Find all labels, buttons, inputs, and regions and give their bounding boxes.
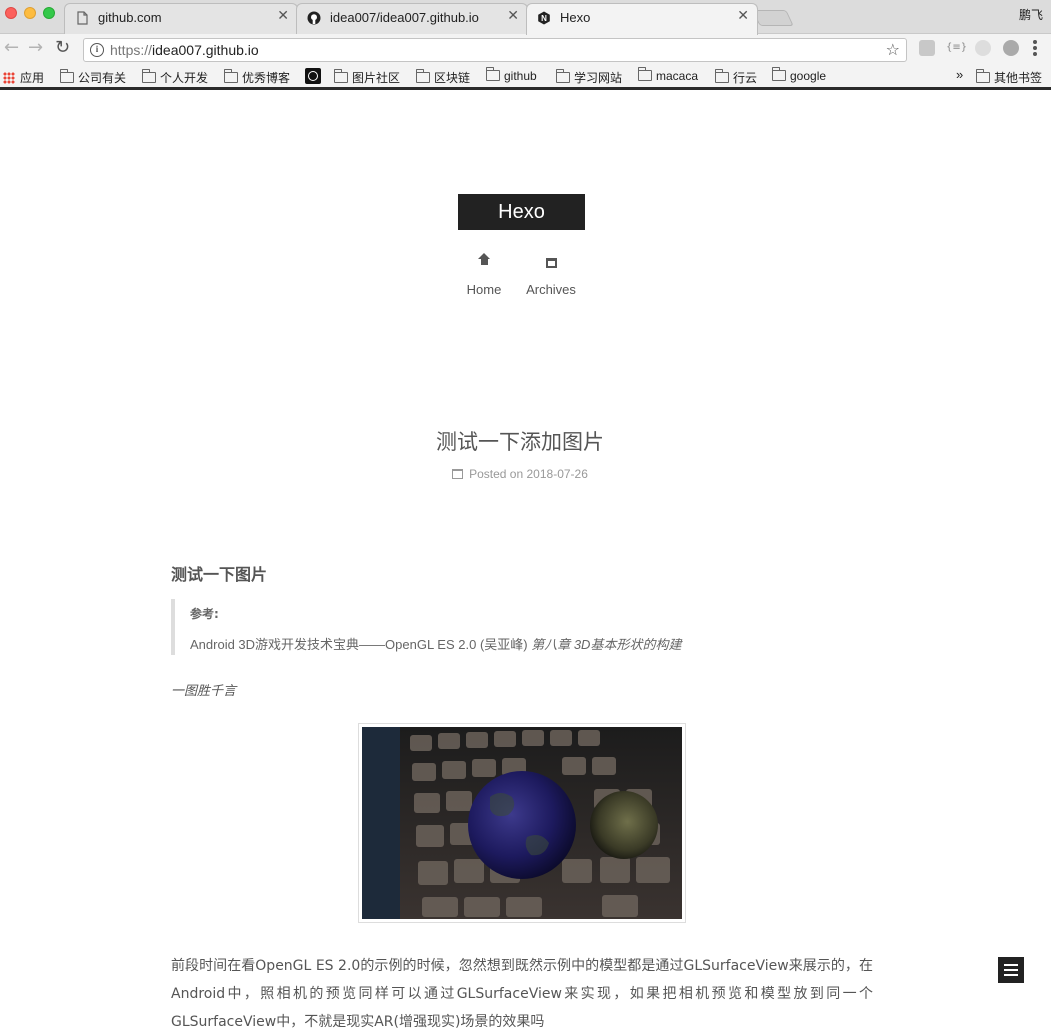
folder-icon xyxy=(334,69,348,83)
folder-icon xyxy=(224,69,238,83)
hexo-icon: N xyxy=(538,11,550,25)
bookmarks-overflow-button[interactable]: » xyxy=(956,67,963,82)
home-icon xyxy=(477,253,490,268)
bookmark-star-icon[interactable]: ☆ xyxy=(886,40,900,59)
close-icon[interactable]: ✕ xyxy=(737,8,749,24)
post-meta: Posted on 2018-07-26 xyxy=(0,467,1040,481)
apps-icon xyxy=(3,72,15,84)
browser-tab-bar: github.com ✕ idea007/idea007.github.io ✕… xyxy=(0,0,1051,35)
folder-icon xyxy=(772,67,786,81)
folder-icon xyxy=(486,67,500,81)
bookmark-folder[interactable]: 区块链 xyxy=(416,69,470,86)
url-text: https://idea007.github.io xyxy=(110,42,259,58)
globe-extension-icon[interactable] xyxy=(1003,40,1019,56)
folder-icon xyxy=(416,69,430,83)
browser-menu-icon[interactable] xyxy=(1033,40,1037,56)
extension-icon[interactable] xyxy=(919,40,935,56)
folder-icon xyxy=(556,69,570,83)
reload-icon[interactable]: ↻ xyxy=(55,38,70,58)
close-icon[interactable]: ✕ xyxy=(507,8,519,24)
other-bookmarks-folder[interactable]: 其他书签 xyxy=(976,69,1042,86)
menu-item-archives[interactable]: Archives xyxy=(520,256,582,297)
bookmark-folder[interactable]: 优秀博客 xyxy=(224,69,290,86)
quote-text: Android 3D游戏开发技术宝典——OpenGL ES 2.0 (吴亚峰) … xyxy=(190,637,682,652)
site-title[interactable]: Hexo xyxy=(458,194,585,230)
post-paragraph: 前段时间在看OpenGL ES 2.0的示例的时候，忽然想到既然示例中的模型都是… xyxy=(171,958,873,1030)
json-extension-icon[interactable]: {≡} xyxy=(946,42,967,58)
address-bar[interactable]: i https://idea007.github.io ☆ xyxy=(83,38,907,62)
tab-github-repo[interactable]: idea007/idea007.github.io ✕ xyxy=(296,3,528,34)
bookmark-circle-site[interactable] xyxy=(305,68,321,84)
site-logo-icon xyxy=(305,68,321,84)
back-icon[interactable]: ← xyxy=(4,38,19,58)
post-date: 2018-07-26 xyxy=(526,467,588,481)
bookmark-folder[interactable]: google xyxy=(772,67,826,83)
maximize-window-button[interactable] xyxy=(43,7,55,19)
tab-github-com[interactable]: github.com ✕ xyxy=(64,3,298,34)
quote-label: 参考: xyxy=(190,607,219,621)
menu-item-label: Home xyxy=(466,282,502,297)
menu-item-home[interactable]: Home xyxy=(462,253,506,297)
bookmark-folder[interactable]: macaca xyxy=(638,67,698,83)
info-icon[interactable]: i xyxy=(90,43,104,57)
page-icon xyxy=(77,11,88,25)
tab-title: Hexo xyxy=(560,10,591,25)
post-meta-label: Posted on xyxy=(469,467,524,481)
browser-toolbar: ← → ↻ i https://idea007.github.io ☆ xyxy=(0,34,1051,64)
folder-icon xyxy=(638,67,652,81)
sidebar-toggle-button[interactable] xyxy=(998,957,1024,983)
close-icon[interactable]: ✕ xyxy=(277,8,289,24)
bookmark-apps[interactable]: 应用 xyxy=(3,69,44,86)
profile-button[interactable]: 鹏飞 xyxy=(1019,6,1043,23)
new-tab-button[interactable] xyxy=(752,10,794,26)
tab-title: github.com xyxy=(98,10,162,25)
forward-icon[interactable]: → xyxy=(28,38,43,58)
bookmark-folder[interactable]: 个人开发 xyxy=(142,69,208,86)
quote-emphasis: 第八章 3D基本形状的构建 xyxy=(531,637,682,652)
github-icon xyxy=(307,11,321,25)
folder-icon xyxy=(60,69,74,83)
folder-icon xyxy=(976,69,990,83)
lead-text: 一图胜千言 xyxy=(171,684,237,699)
folder-icon xyxy=(142,69,156,83)
extension-icon[interactable] xyxy=(975,40,991,56)
earth-moon-ar-image xyxy=(362,727,682,919)
tab-hexo[interactable]: N Hexo ✕ xyxy=(526,3,758,35)
calendar-icon xyxy=(452,469,464,479)
svg-text:N: N xyxy=(541,14,547,23)
folder-icon xyxy=(715,69,729,83)
tab-title: idea007/idea007.github.io xyxy=(330,10,479,25)
bookmark-folder[interactable]: 行云 xyxy=(715,69,757,86)
post-image xyxy=(358,723,686,923)
close-window-button[interactable] xyxy=(5,7,17,19)
reference-blockquote: 参考: Android 3D游戏开发技术宝典——OpenGL ES 2.0 (吴… xyxy=(171,599,711,655)
archive-icon xyxy=(545,258,557,268)
minimize-window-button[interactable] xyxy=(24,7,36,19)
menu-item-label: Archives xyxy=(526,282,576,297)
post-title[interactable]: 测试一下添加图片 xyxy=(0,426,1040,456)
post-heading: 测试一下图片 xyxy=(171,565,268,584)
bookmark-folder[interactable]: github xyxy=(486,67,537,83)
bookmark-folder[interactable]: 图片社区 xyxy=(334,69,400,86)
bookmarks-bar: 应用 公司有关 个人开发 优秀博客 图片社区 区块链 github 学习网站 m… xyxy=(0,64,1051,90)
bookmark-folder[interactable]: 公司有关 xyxy=(60,69,126,86)
bookmark-folder[interactable]: 学习网站 xyxy=(556,69,622,86)
